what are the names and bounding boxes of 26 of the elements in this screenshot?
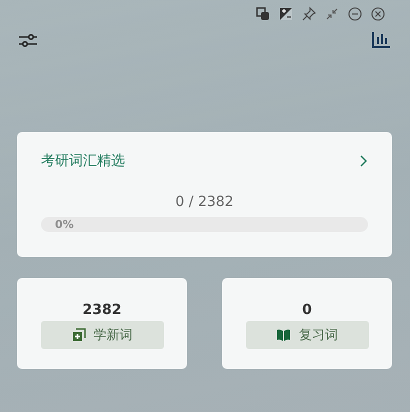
statistics-button[interactable] (370, 30, 392, 50)
pin-icon (301, 6, 317, 22)
copy-button[interactable] (255, 6, 271, 22)
exposure-icon (278, 6, 294, 22)
chevron-right-icon (360, 155, 368, 167)
collapse-button[interactable] (324, 6, 340, 22)
minimize-button[interactable] (347, 6, 363, 22)
add-note-icon (72, 328, 86, 342)
pin-button[interactable] (301, 6, 317, 22)
exposure-button[interactable] (278, 6, 294, 22)
progress-count: 0 / 2382 (175, 194, 234, 210)
sliders-icon (18, 33, 38, 47)
word-count: 2382 (82, 302, 122, 318)
minimize-icon (347, 6, 363, 22)
close-button[interactable] (370, 6, 386, 22)
book-icon (276, 328, 291, 342)
learn-button[interactable]: 学新词 (40, 321, 164, 349)
close-icon (370, 6, 386, 22)
open-button[interactable] (360, 155, 368, 167)
progress-percent: 0% (55, 217, 74, 232)
wordbook-title: 考研词汇精选 (41, 152, 125, 170)
copy-icon (255, 6, 271, 22)
review-button[interactable]: 复习词 (246, 321, 368, 349)
bar-chart-icon (371, 31, 391, 49)
collapse-icon (324, 6, 340, 22)
word-count: 0 (302, 302, 312, 318)
